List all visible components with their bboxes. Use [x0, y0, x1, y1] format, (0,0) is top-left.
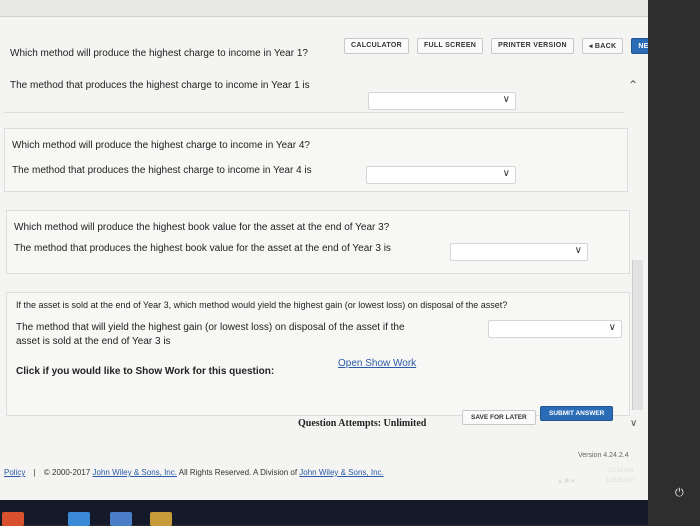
scroll-down-icon[interactable]: ∨ [630, 418, 637, 429]
show-work-prompt: Click if you would like to Show Work for… [16, 366, 275, 377]
monitor-bezel [648, 0, 700, 525]
tray-icons: ▴ ■ ▸ [558, 476, 576, 485]
answer-1-dropdown[interactable]: ∨ [368, 92, 516, 110]
next-button[interactable]: NEXT ▸ [631, 38, 648, 54]
footer-separator: | [33, 468, 36, 477]
question-attempts-label: Question Attempts: Unlimited [298, 418, 427, 429]
scroll-up-icon[interactable]: ⌃ [628, 78, 638, 92]
question-1-text: Which method will produce the highest ch… [10, 48, 308, 59]
answer-1-label: The method that produces the highest cha… [10, 80, 310, 91]
clock-time: 10:59 AM [608, 468, 634, 474]
browser-top-bar [0, 0, 648, 17]
version-label: Version 4.24.2.4 [578, 452, 629, 459]
answer-3-dropdown[interactable]: ∨ [450, 243, 588, 261]
chevron-down-icon: ∨ [574, 245, 582, 256]
question-block-2 [4, 128, 628, 192]
copyright-prefix: © 2000-2017 [43, 468, 93, 477]
answer-2-dropdown[interactable]: ∨ [366, 166, 516, 184]
question-block-3 [6, 210, 630, 274]
submit-answer-button[interactable]: SUBMIT ANSWER [540, 406, 614, 421]
browser-screen: CALCULATOR FULL SCREEN PRINTER VERSION ◂… [0, 0, 648, 500]
save-for-later-button[interactable]: SAVE FOR LATER [462, 410, 536, 425]
question-3-text: Which method will produce the highest bo… [14, 222, 390, 233]
division-link[interactable]: John Wiley & Sons, Inc. [299, 468, 383, 477]
answer-4-label-line1: The method that will yield the highest g… [16, 322, 405, 333]
policy-link[interactable]: Policy [4, 468, 25, 477]
power-icon[interactable]: ⏻ [675, 487, 684, 500]
answer-2-label: The method that produces the highest cha… [12, 165, 312, 176]
rights-text: All Rights Reserved. A Division of [176, 468, 300, 477]
company-link[interactable]: John Wiley & Sons, Inc. [93, 468, 177, 477]
taskbar: ▴ ■ ▸ 10:59 AM 11/13/2017 [0, 468, 648, 525]
question-2-text: Which method will produce the highest ch… [12, 140, 310, 151]
footer-copyright: Policy | © 2000-2017 John Wiley & Sons, … [4, 468, 384, 477]
file-explorer-icon[interactable] [110, 512, 132, 526]
question-block-4 [6, 292, 630, 416]
edge-icon[interactable] [68, 512, 90, 526]
chevron-down-icon: ∨ [502, 168, 510, 179]
open-show-work-link[interactable]: Open Show Work [338, 358, 416, 369]
answer-4-dropdown[interactable]: ∨ [488, 320, 622, 338]
clock-date: 11/13/2017 [606, 478, 636, 484]
answer-3-label: The method that produces the highest boo… [14, 243, 391, 254]
question-4-text: If the asset is sold at the end of Year … [16, 300, 508, 310]
scrollbar-track[interactable] [632, 260, 643, 410]
answer-4-label-line2: asset is sold at the end of Year 3 is [16, 336, 171, 347]
chevron-down-icon: ∨ [608, 322, 616, 333]
start-icon[interactable] [2, 512, 24, 526]
photos-icon[interactable] [150, 512, 172, 526]
chevron-down-icon: ∨ [502, 94, 510, 105]
